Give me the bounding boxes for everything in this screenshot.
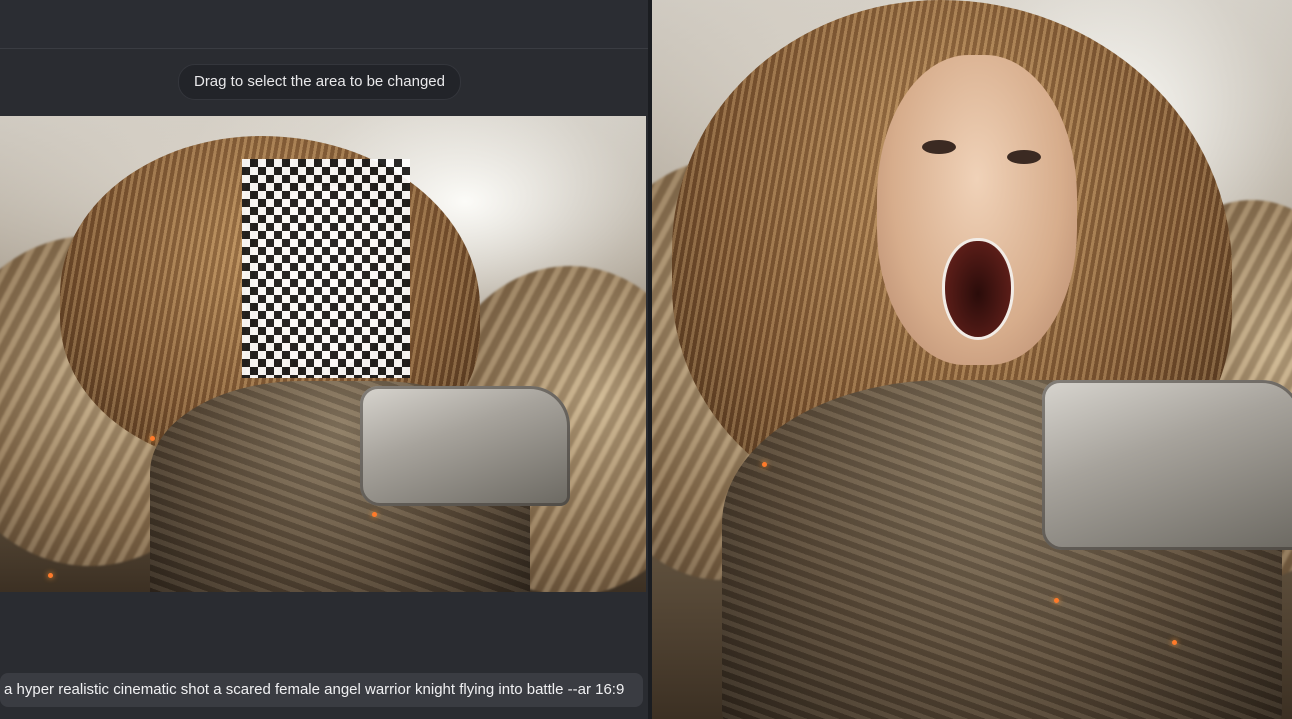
screen: Drag to select the area to be changed a …	[0, 0, 1292, 719]
right-eye	[1007, 150, 1041, 164]
shoulder-armor	[360, 386, 570, 506]
result-image-panel	[652, 0, 1292, 719]
selection-mask-area[interactable]	[242, 159, 410, 378]
left-eye	[922, 140, 956, 154]
ember	[372, 512, 377, 517]
ember	[1054, 598, 1059, 603]
selection-hint: Drag to select the area to be changed	[178, 64, 461, 100]
region-editor-panel: Drag to select the area to be changed a …	[0, 0, 648, 719]
ember	[150, 436, 155, 441]
shoulder-armor	[1042, 380, 1292, 550]
prompt-input[interactable]: a hyper realistic cinematic shot a scare…	[0, 673, 643, 707]
ember	[1172, 640, 1177, 645]
ember	[48, 573, 53, 578]
result-image	[652, 0, 1292, 719]
editor-image-canvas[interactable]	[0, 116, 646, 592]
open-mouth	[942, 238, 1014, 340]
ember	[762, 462, 767, 467]
editor-top-bar	[0, 0, 648, 49]
